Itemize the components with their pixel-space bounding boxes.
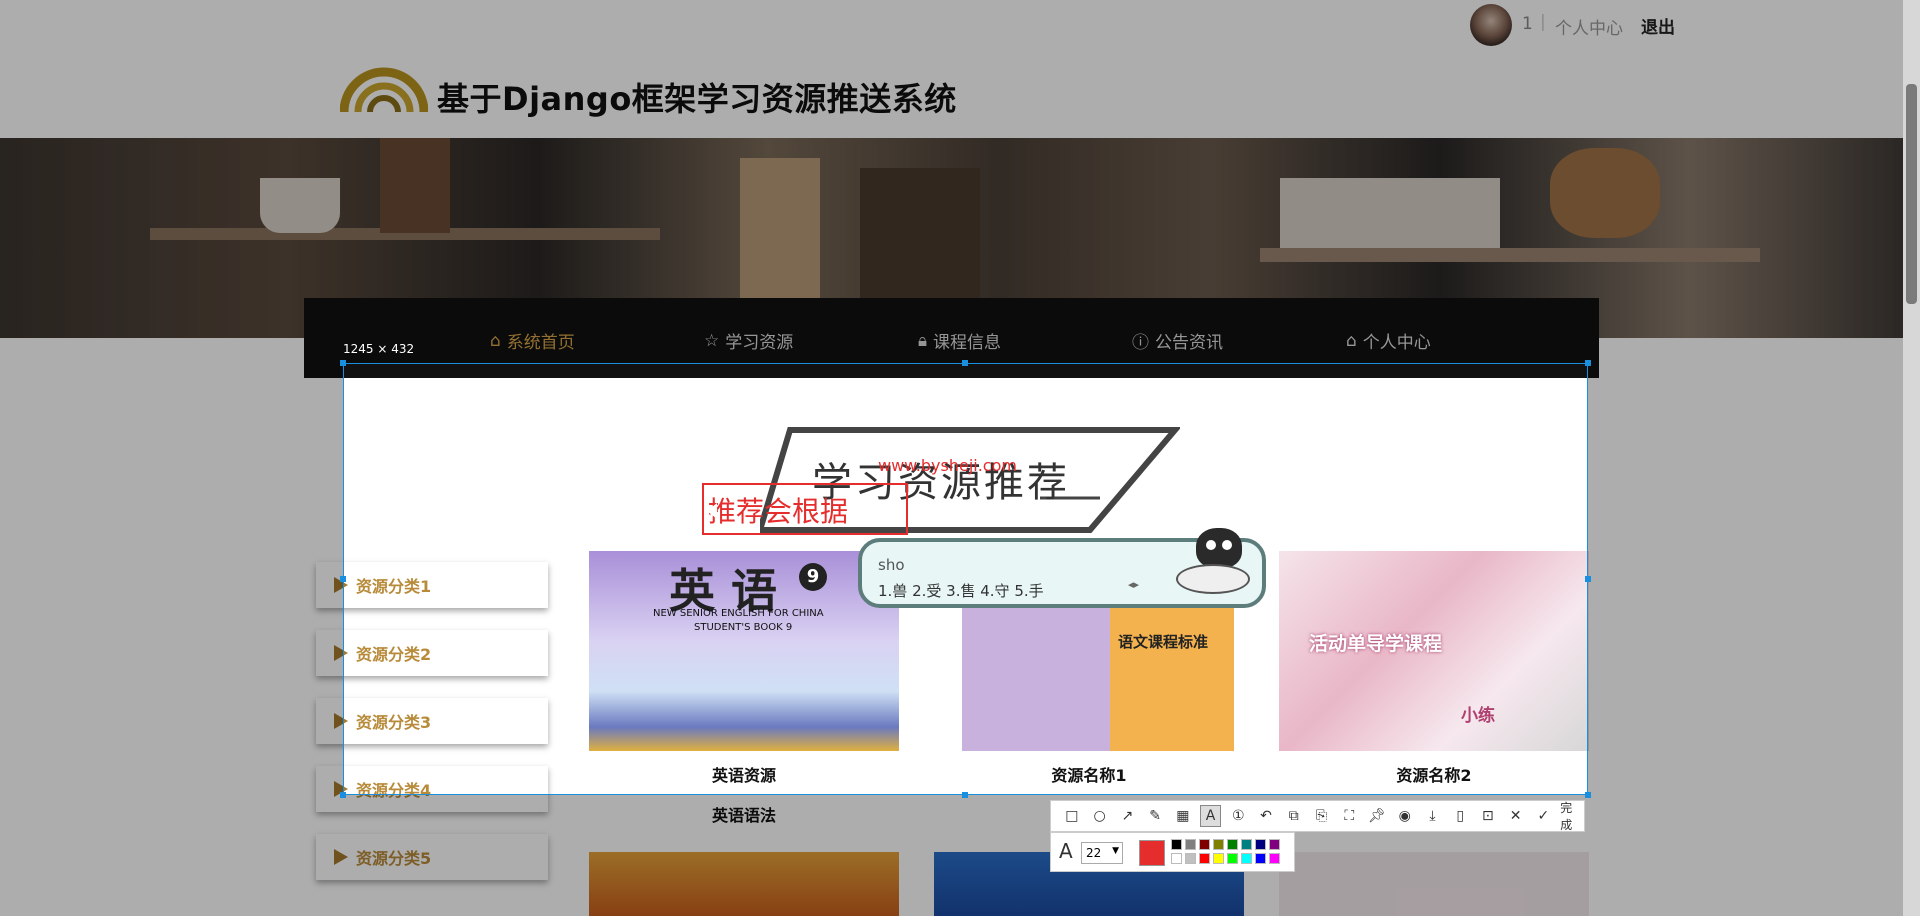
done-button[interactable]: 完成 xyxy=(1560,799,1584,833)
check-icon[interactable]: ✓ xyxy=(1533,805,1555,827)
watermark-text: www.bysheji.com xyxy=(878,456,1017,475)
category-item[interactable]: 资源分类3 xyxy=(316,698,548,744)
chevron-down-icon: ▼ xyxy=(1112,846,1119,856)
pin-icon[interactable]: 📌︎ xyxy=(1366,805,1388,827)
palette-swatch[interactable] xyxy=(1227,853,1238,864)
ime-candidates[interactable]: 1.兽 2.受 3.售 4.守 5.手 xyxy=(878,580,1044,601)
cover-subtitle: NEW SENIOR ENGLISH FOR CHINA xyxy=(653,608,824,619)
mosaic-icon[interactable]: ▦ xyxy=(1172,805,1194,827)
palette-swatch[interactable] xyxy=(1185,853,1196,864)
category-label: 资源分类1 xyxy=(356,577,432,596)
resize-handle[interactable] xyxy=(1585,792,1591,798)
bookmark-icon[interactable]: ⊡ xyxy=(1477,805,1499,827)
phone-icon[interactable]: ▯ xyxy=(1449,805,1471,827)
cover-title: 语文课程标准 xyxy=(1118,633,1209,651)
font-size-select[interactable]: 22 ▼ xyxy=(1081,842,1123,864)
palette-swatch[interactable] xyxy=(1241,853,1252,864)
undo-icon[interactable]: ↶ xyxy=(1255,805,1277,827)
resize-handle[interactable] xyxy=(340,792,346,798)
copy-icon[interactable]: ⎘ xyxy=(1311,805,1333,827)
font-icon: A xyxy=(1059,839,1073,863)
text-style-toolbar: A 22 ▼ xyxy=(1050,832,1295,872)
cover-title: 活动单导学课程 xyxy=(1309,633,1443,655)
resize-handle[interactable] xyxy=(340,360,346,366)
palette-swatch[interactable] xyxy=(1227,839,1238,850)
palette-swatch[interactable] xyxy=(1199,839,1210,850)
close-icon[interactable]: ✕ xyxy=(1505,805,1527,827)
annotation-toolbar: □ ○ ↗ ✎ ▦ A ① ↶ ⧉ ⎘ ⛶ 📌︎ ◉ ⤓ ▯ ⊡ ✕ ✓ 完成 xyxy=(1050,800,1585,832)
ime-page-arrows[interactable]: ◂▸ xyxy=(1128,578,1139,591)
palette-swatch[interactable] xyxy=(1255,853,1266,864)
arrow-icon[interactable]: ↗ xyxy=(1116,805,1138,827)
palette-swatch[interactable] xyxy=(1171,853,1182,864)
category-item[interactable]: 资源分类2 xyxy=(316,630,548,676)
current-color-swatch[interactable] xyxy=(1139,840,1165,866)
palette-swatch[interactable] xyxy=(1241,839,1252,850)
resize-handle[interactable] xyxy=(340,576,346,582)
resource-card-title[interactable]: 资源名称2 xyxy=(1279,762,1589,786)
category-item[interactable]: 资源分类1 xyxy=(316,562,548,608)
resource-card-title[interactable]: 资源名称1 xyxy=(934,762,1244,786)
capture-dim-overlay xyxy=(0,0,1920,363)
scrollbar-thumb[interactable] xyxy=(1906,84,1917,304)
resize-handle[interactable] xyxy=(962,792,968,798)
resize-handle[interactable] xyxy=(962,360,968,366)
number-marker-icon[interactable]: ① xyxy=(1227,805,1249,827)
cover-subtitle: 小练 xyxy=(1461,706,1495,726)
expand-icon[interactable]: ⛶ xyxy=(1338,805,1360,827)
capture-dim-overlay xyxy=(1588,363,1920,916)
cover-subtitle: STUDENT'S BOOK 9 xyxy=(694,622,793,633)
palette-swatch[interactable] xyxy=(1255,839,1266,850)
category-label: 资源分类3 xyxy=(356,713,432,732)
palette-swatch[interactable] xyxy=(1213,839,1224,850)
capture-dim-overlay xyxy=(0,363,343,916)
palette-swatch[interactable] xyxy=(1213,853,1224,864)
text-tool-icon[interactable]: A xyxy=(1199,805,1222,827)
resource-card-title[interactable]: 英语资源 xyxy=(589,762,899,786)
ime-typed-text: sho xyxy=(878,556,905,574)
record-icon[interactable]: ◉ xyxy=(1394,805,1416,827)
font-size-value: 22 xyxy=(1086,846,1102,860)
resource-card-image[interactable]: 英 语 9 NEW SENIOR ENGLISH FOR CHINA STUDE… xyxy=(589,551,899,751)
palette-swatch[interactable] xyxy=(1185,839,1196,850)
palette-swatch[interactable] xyxy=(1171,839,1182,850)
selection-size-label: 1245 × 432 xyxy=(343,342,415,356)
resize-handle[interactable] xyxy=(1585,576,1591,582)
color-palette xyxy=(1171,839,1291,867)
download-icon[interactable]: ⤓ xyxy=(1422,805,1444,827)
palette-swatch[interactable] xyxy=(1269,853,1280,864)
resize-handle[interactable] xyxy=(1585,360,1591,366)
palette-swatch[interactable] xyxy=(1199,853,1210,864)
pen-icon[interactable]: ✎ xyxy=(1144,805,1166,827)
category-label: 资源分类2 xyxy=(356,645,432,664)
ellipse-icon[interactable]: ○ xyxy=(1089,805,1111,827)
palette-swatch[interactable] xyxy=(1269,839,1280,850)
cover-badge: 9 xyxy=(799,563,827,591)
rectangle-icon[interactable]: □ xyxy=(1061,805,1083,827)
text-annotation-input[interactable]: 推荐会根据 xyxy=(708,490,848,530)
crop-icon[interactable]: ⧉ xyxy=(1283,805,1305,827)
mouse-cursor xyxy=(707,503,717,519)
ime-mascot-icon xyxy=(1170,528,1258,598)
resource-card-image[interactable]: 活动单导学课程 小练 xyxy=(1279,551,1589,751)
